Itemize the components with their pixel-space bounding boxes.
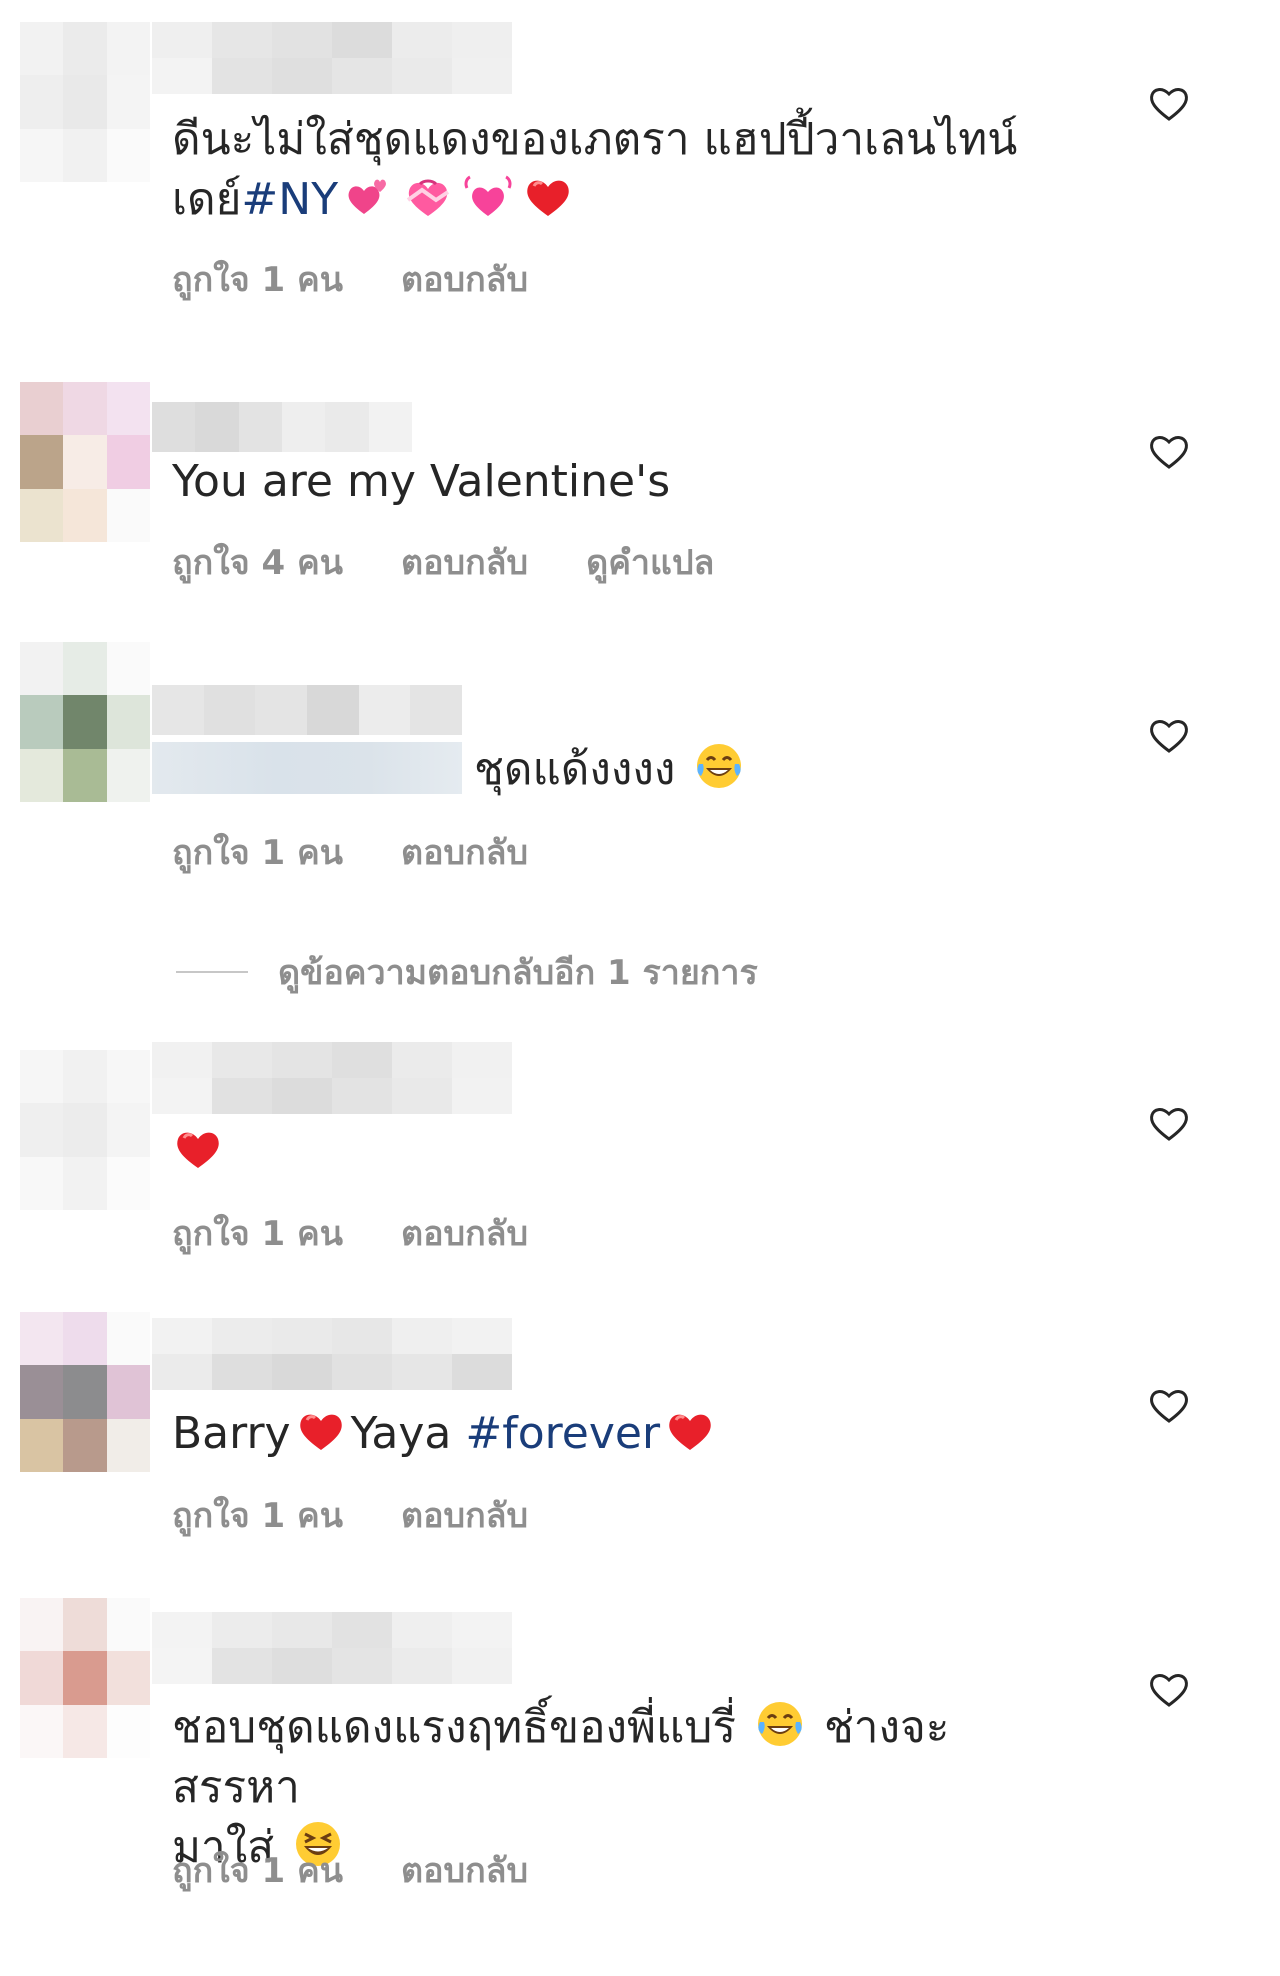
username-blurred[interactable] [152, 402, 412, 452]
avatar[interactable] [20, 22, 150, 182]
divider-line [176, 971, 248, 973]
hashtag-link[interactable]: #forever [465, 1408, 660, 1459]
avatar[interactable] [20, 1312, 150, 1472]
username-blurred[interactable] [152, 685, 462, 735]
reply-button[interactable]: ตอบกลับ [401, 1488, 528, 1542]
red-heart-emoji [669, 1414, 711, 1450]
red-heart-emoji [527, 180, 569, 216]
likes-count[interactable]: ถูกใจ 1 คน [172, 1206, 343, 1260]
heart-outline-icon[interactable] [1148, 1670, 1190, 1708]
heart-outline-icon[interactable] [1148, 1104, 1190, 1142]
heart-outline-icon[interactable] [1148, 84, 1190, 122]
comment-meta: ถูกใจ 1 คน ตอบกลับ [172, 825, 528, 879]
comment-text [172, 1122, 1072, 1182]
heart-with-ribbon-emoji [406, 179, 450, 216]
view-more-replies[interactable]: ดูข้อความตอบกลับอีก 1 รายการ [176, 945, 758, 999]
growing-heart-emoji [464, 175, 512, 216]
likes-count[interactable]: ถูกใจ 1 คน [172, 252, 343, 306]
heart-outline-icon[interactable] [1148, 432, 1190, 470]
translate-button[interactable]: ดูคำแปล [586, 535, 714, 589]
likes-count[interactable]: ถูกใจ 1 คน [172, 1843, 343, 1897]
reply-button[interactable]: ตอบกลับ [401, 1843, 528, 1897]
comment-meta: ถูกใจ 1 คน ตอบกลับ [172, 1206, 528, 1260]
comment-meta: ถูกใจ 1 คน ตอบกลับ [172, 252, 528, 306]
red-heart-emoji [299, 1414, 342, 1450]
likes-count[interactable]: ถูกใจ 1 คน [172, 1488, 343, 1542]
comment-meta: ถูกใจ 1 คน ตอบกลับ [172, 1843, 528, 1897]
username-blurred[interactable] [152, 1318, 512, 1390]
avatar[interactable] [20, 382, 150, 542]
laughing-tears-emoji [697, 744, 742, 788]
reply-button[interactable]: ตอบกลับ [401, 252, 528, 306]
laughing-tears-emoji [757, 1702, 802, 1746]
avatar[interactable] [20, 642, 150, 802]
mention-blurred[interactable] [152, 742, 462, 794]
comment-text: You are my Valentine's [172, 456, 671, 507]
likes-count[interactable]: ถูกใจ 1 คน [172, 825, 343, 879]
comment-text: ชุดแด้งงงง [152, 740, 1052, 800]
reply-button[interactable]: ตอบกลับ [401, 1206, 528, 1260]
username-blurred[interactable] [152, 22, 512, 94]
heart-outline-icon[interactable] [1148, 716, 1190, 754]
view-more-replies-label[interactable]: ดูข้อความตอบกลับอีก 1 รายการ [278, 945, 758, 999]
avatar[interactable] [20, 1598, 150, 1758]
username-blurred[interactable] [152, 1612, 512, 1684]
two-hearts-emoji [348, 179, 387, 214]
comment-meta: ถูกใจ 4 คน ตอบกลับ ดูคำแปล [172, 535, 714, 589]
reply-button[interactable]: ตอบกลับ [401, 535, 528, 589]
avatar[interactable] [20, 1050, 150, 1210]
comment-text: ดีนะไม่ใส่ชุดแดงของเภตรา แฮปปี้วาเลนไทน์… [172, 114, 1018, 225]
comment-text: Barry Yaya #forever [172, 1404, 1072, 1464]
hashtag-link[interactable]: #NY [241, 174, 338, 225]
reply-button[interactable]: ตอบกลับ [401, 825, 528, 879]
comment-meta: ถูกใจ 1 คน ตอบกลับ [172, 1488, 528, 1542]
red-heart-emoji [177, 1132, 219, 1168]
username-blurred[interactable] [152, 1042, 512, 1114]
heart-outline-icon[interactable] [1148, 1386, 1190, 1424]
likes-count[interactable]: ถูกใจ 4 คน [172, 535, 343, 589]
